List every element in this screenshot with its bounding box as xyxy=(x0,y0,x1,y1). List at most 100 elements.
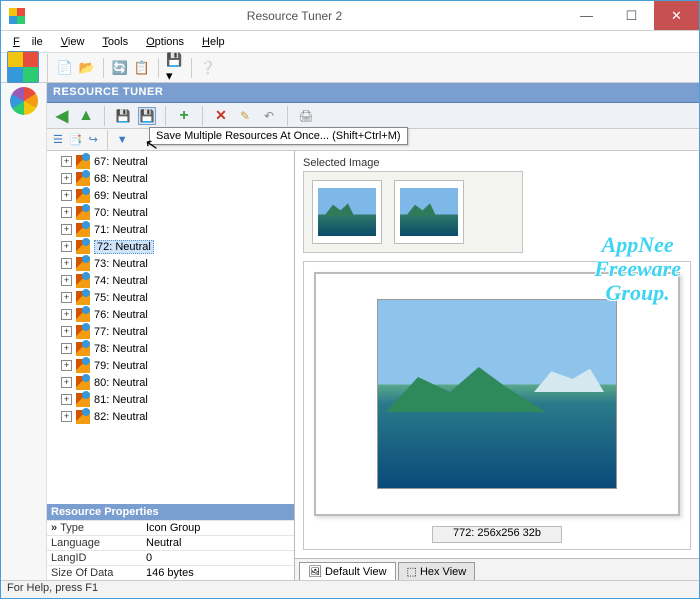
help-icon[interactable]: ❔ xyxy=(199,59,217,77)
property-value: 0 xyxy=(146,552,152,564)
tree-item[interactable]: +74: Neutral xyxy=(55,272,294,289)
tree-item[interactable]: +68: Neutral xyxy=(55,170,294,187)
resource-tree[interactable]: +67: Neutral+68: Neutral+69: Neutral+70:… xyxy=(47,151,294,504)
back-icon[interactable]: ◀ xyxy=(53,107,71,125)
minimize-button[interactable]: — xyxy=(564,1,609,30)
preview-pane: Selected Image 772: 256x256 32b 🖼Default… xyxy=(295,151,699,580)
tree-item-label: 68: Neutral xyxy=(94,173,148,185)
open-icon[interactable]: 📂 xyxy=(78,59,96,77)
expand-icon[interactable]: + xyxy=(61,292,72,303)
expand-icon[interactable]: + xyxy=(61,360,72,371)
resource-toolbar: ◀ ▲ 💾 💾 + ✕ ✎ ↶ 🖨 xyxy=(47,103,699,129)
resource-icon xyxy=(76,376,90,390)
property-key: LangID xyxy=(51,552,146,564)
tree-item[interactable]: +77: Neutral xyxy=(55,323,294,340)
expand-icon[interactable]: + xyxy=(61,309,72,320)
maximize-button[interactable]: ☐ xyxy=(609,1,654,30)
tree-item[interactable]: +72: Neutral xyxy=(55,238,294,255)
expand-icon[interactable]: + xyxy=(61,224,72,235)
tree-item[interactable]: +76: Neutral xyxy=(55,306,294,323)
hex-view-icon: ⬚ xyxy=(407,565,417,578)
tooltip: Save Multiple Resources At Once... (Shif… xyxy=(149,127,408,145)
close-button[interactable]: ✕ xyxy=(654,1,699,30)
panel-header: RESOURCE TUNER xyxy=(47,83,699,103)
resource-icon xyxy=(76,240,90,254)
menu-help[interactable]: Help xyxy=(196,34,231,50)
expand-icon[interactable]: + xyxy=(61,343,72,354)
resource-icon xyxy=(76,393,90,407)
filter-icon[interactable]: ▼ xyxy=(117,134,128,146)
expand-icon[interactable]: + xyxy=(61,394,72,405)
property-value: Icon Group xyxy=(146,522,200,534)
expand-icon[interactable]: + xyxy=(61,258,72,269)
save-icon[interactable]: 💾▾ xyxy=(166,59,184,77)
resource-icon xyxy=(76,325,90,339)
edit-icon[interactable]: ✎ xyxy=(236,107,254,125)
tree-item-label: 77: Neutral xyxy=(94,326,148,338)
thumbnail-1[interactable] xyxy=(312,180,382,244)
default-view-icon: 🖼 xyxy=(308,565,322,578)
resource-icon xyxy=(76,189,90,203)
watermark: AppNee Freeware Group. xyxy=(594,233,681,306)
expand-icon[interactable]: 📑 xyxy=(69,133,83,146)
save-multiple-icon[interactable]: 💾 xyxy=(138,107,156,125)
tab-hex-view[interactable]: ⬚Hex View xyxy=(398,562,476,580)
export-icon[interactable]: ↪ xyxy=(89,133,98,146)
tree-item[interactable]: +81: Neutral xyxy=(55,391,294,408)
menu-view[interactable]: View xyxy=(55,34,91,50)
tree-item[interactable]: +82: Neutral xyxy=(55,408,294,425)
tree-item[interactable]: +78: Neutral xyxy=(55,340,294,357)
tab-default-view[interactable]: 🖼Default View xyxy=(299,562,396,580)
tree-pane: +67: Neutral+68: Neutral+69: Neutral+70:… xyxy=(47,151,295,580)
expand-icon[interactable]: + xyxy=(61,207,72,218)
color-wheel-icon[interactable] xyxy=(10,87,38,115)
tree-item-label: 69: Neutral xyxy=(94,190,148,202)
refresh-icon[interactable]: 🔄 xyxy=(111,59,129,77)
tree-item-label: 72: Neutral xyxy=(94,240,154,254)
property-row: TypeIcon Group xyxy=(47,520,294,535)
up-icon[interactable]: ▲ xyxy=(77,107,95,125)
new-icon[interactable]: 📄 xyxy=(56,59,74,77)
tree-item[interactable]: +73: Neutral xyxy=(55,255,294,272)
statusbar: For Help, press F1 xyxy=(1,580,699,598)
expand-icon[interactable]: + xyxy=(61,377,72,388)
expand-icon[interactable]: + xyxy=(61,326,72,337)
app-icon xyxy=(9,8,25,24)
expand-icon[interactable]: + xyxy=(61,411,72,422)
print-icon[interactable]: 🖨 xyxy=(297,107,315,125)
resource-icon xyxy=(76,342,90,356)
add-icon[interactable]: + xyxy=(175,107,193,125)
window-title: Resource Tuner 2 xyxy=(25,9,564,23)
tree-item[interactable]: +79: Neutral xyxy=(55,357,294,374)
save-resource-icon[interactable]: 💾 xyxy=(114,107,132,125)
reload-icon[interactable]: 📋 xyxy=(133,59,151,77)
property-row: LanguageNeutral xyxy=(47,535,294,550)
tree-item-label: 75: Neutral xyxy=(94,292,148,304)
tree-item-label: 76: Neutral xyxy=(94,309,148,321)
tree-item-label: 67: Neutral xyxy=(94,156,148,168)
expand-icon[interactable]: + xyxy=(61,275,72,286)
expand-icon[interactable]: + xyxy=(61,173,72,184)
undo-icon[interactable]: ↶ xyxy=(260,107,278,125)
delete-icon[interactable]: ✕ xyxy=(212,107,230,125)
preview-image[interactable] xyxy=(314,272,680,516)
expand-icon[interactable]: + xyxy=(61,241,72,252)
tree-item-label: 70: Neutral xyxy=(94,207,148,219)
tree-item[interactable]: +80: Neutral xyxy=(55,374,294,391)
tree-item[interactable]: +75: Neutral xyxy=(55,289,294,306)
tree-item[interactable]: +71: Neutral xyxy=(55,221,294,238)
tree-item[interactable]: +70: Neutral xyxy=(55,204,294,221)
expand-icon[interactable]: + xyxy=(61,156,72,167)
menu-tools[interactable]: Tools xyxy=(96,34,134,50)
tree-item[interactable]: +69: Neutral xyxy=(55,187,294,204)
thumbnail-2[interactable] xyxy=(394,180,464,244)
app-logo-icon[interactable] xyxy=(7,51,39,83)
selected-image-label: Selected Image xyxy=(303,157,691,169)
expand-icon[interactable]: + xyxy=(61,190,72,201)
tree-item[interactable]: +67: Neutral xyxy=(55,153,294,170)
menu-options[interactable]: Options xyxy=(140,34,190,50)
property-row: Size Of Data146 bytes xyxy=(47,565,294,580)
list-view-icon[interactable]: ☰ xyxy=(53,133,63,146)
tree-item-label: 71: Neutral xyxy=(94,224,148,236)
menu-file[interactable]: File xyxy=(7,34,49,50)
